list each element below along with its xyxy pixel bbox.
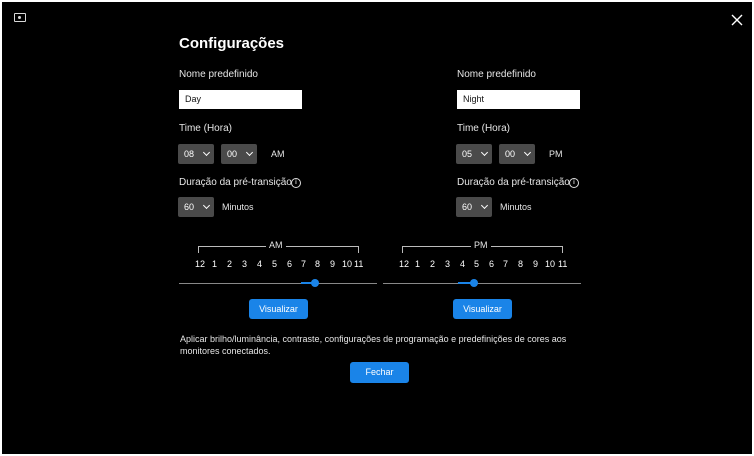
- am-hour-label: 4: [257, 259, 263, 269]
- pm-hour-label: 4: [460, 259, 466, 269]
- day-duration-select[interactable]: 60: [178, 197, 214, 217]
- close-icon[interactable]: [730, 13, 744, 27]
- am-scale-label: AM: [266, 240, 286, 250]
- pm-hour-label: 7: [503, 259, 509, 269]
- pm-hour-label: 5: [474, 259, 480, 269]
- settings-dialog: Configurações Nome predefinido Day Time …: [2, 2, 752, 454]
- pm-hour-label: 6: [489, 259, 495, 269]
- info-icon[interactable]: i: [569, 178, 579, 188]
- pm-hour-label: 9: [533, 259, 539, 269]
- chevron-down-icon: [480, 148, 489, 157]
- day-time-label: Time (Hora): [179, 123, 232, 134]
- am-slider-thumb[interactable]: [311, 279, 319, 287]
- day-duration-unit: Minutos: [222, 202, 254, 212]
- am-hour-label: 2: [227, 259, 233, 269]
- pm-hour-label: 3: [445, 259, 451, 269]
- page-title: Configurações: [179, 35, 285, 52]
- day-duration-label: Duração da pré-transição: [179, 177, 292, 188]
- pm-hour-label: 10: [545, 259, 556, 269]
- night-preview-button[interactable]: Visualizar: [453, 299, 512, 319]
- chevron-down-icon: [202, 201, 211, 210]
- close-button[interactable]: Fechar: [350, 362, 409, 383]
- night-minute-select[interactable]: 00: [499, 144, 535, 164]
- am-hour-label: 6: [287, 259, 293, 269]
- am-hour-label: 5: [272, 259, 278, 269]
- night-ampm: PM: [549, 149, 563, 159]
- pm-slider-thumb[interactable]: [470, 279, 478, 287]
- pm-hour-label: 2: [430, 259, 436, 269]
- day-hour-select[interactable]: 08: [178, 144, 214, 164]
- pm-scale-label: PM: [471, 240, 491, 250]
- day-preview-button[interactable]: Visualizar: [249, 299, 308, 319]
- pm-hour-label: 8: [518, 259, 524, 269]
- day-minute-select[interactable]: 00: [221, 144, 257, 164]
- pm-hour-label: 11: [558, 259, 568, 269]
- pm-hour-label: 1: [415, 259, 421, 269]
- night-preset-input[interactable]: Night: [457, 90, 580, 109]
- day-ampm: AM: [271, 149, 285, 159]
- chevron-down-icon: [245, 148, 254, 157]
- night-time-label: Time (Hora): [457, 123, 510, 134]
- night-hour-select[interactable]: 05: [456, 144, 492, 164]
- pm-hour-label: 12: [399, 259, 410, 269]
- am-slider-track[interactable]: [179, 283, 377, 284]
- display-icon: [14, 13, 26, 22]
- chevron-down-icon: [523, 148, 532, 157]
- day-preset-label: Nome predefinido: [179, 69, 258, 80]
- chevron-down-icon: [202, 148, 211, 157]
- night-duration-label: Duração da pré-transição: [457, 177, 570, 188]
- day-preset-input[interactable]: Day: [179, 90, 302, 109]
- am-hour-label: 12: [195, 259, 206, 269]
- am-hour-label: 8: [315, 259, 321, 269]
- apply-note: Aplicar brilho/luminância, contraste, co…: [180, 334, 567, 356]
- night-duration-unit: Minutos: [500, 202, 532, 212]
- am-hour-label: 10: [342, 259, 353, 269]
- am-hour-label: 1: [212, 259, 218, 269]
- chevron-down-icon: [480, 201, 489, 210]
- pm-slider-track[interactable]: [383, 283, 581, 284]
- night-preset-label: Nome predefinido: [457, 69, 536, 80]
- am-hour-label: 7: [301, 259, 307, 269]
- night-duration-select[interactable]: 60: [456, 197, 492, 217]
- am-hour-label: 3: [242, 259, 248, 269]
- info-icon[interactable]: i: [291, 178, 301, 188]
- am-hour-label: 11: [354, 259, 364, 269]
- am-hour-label: 9: [330, 259, 336, 269]
